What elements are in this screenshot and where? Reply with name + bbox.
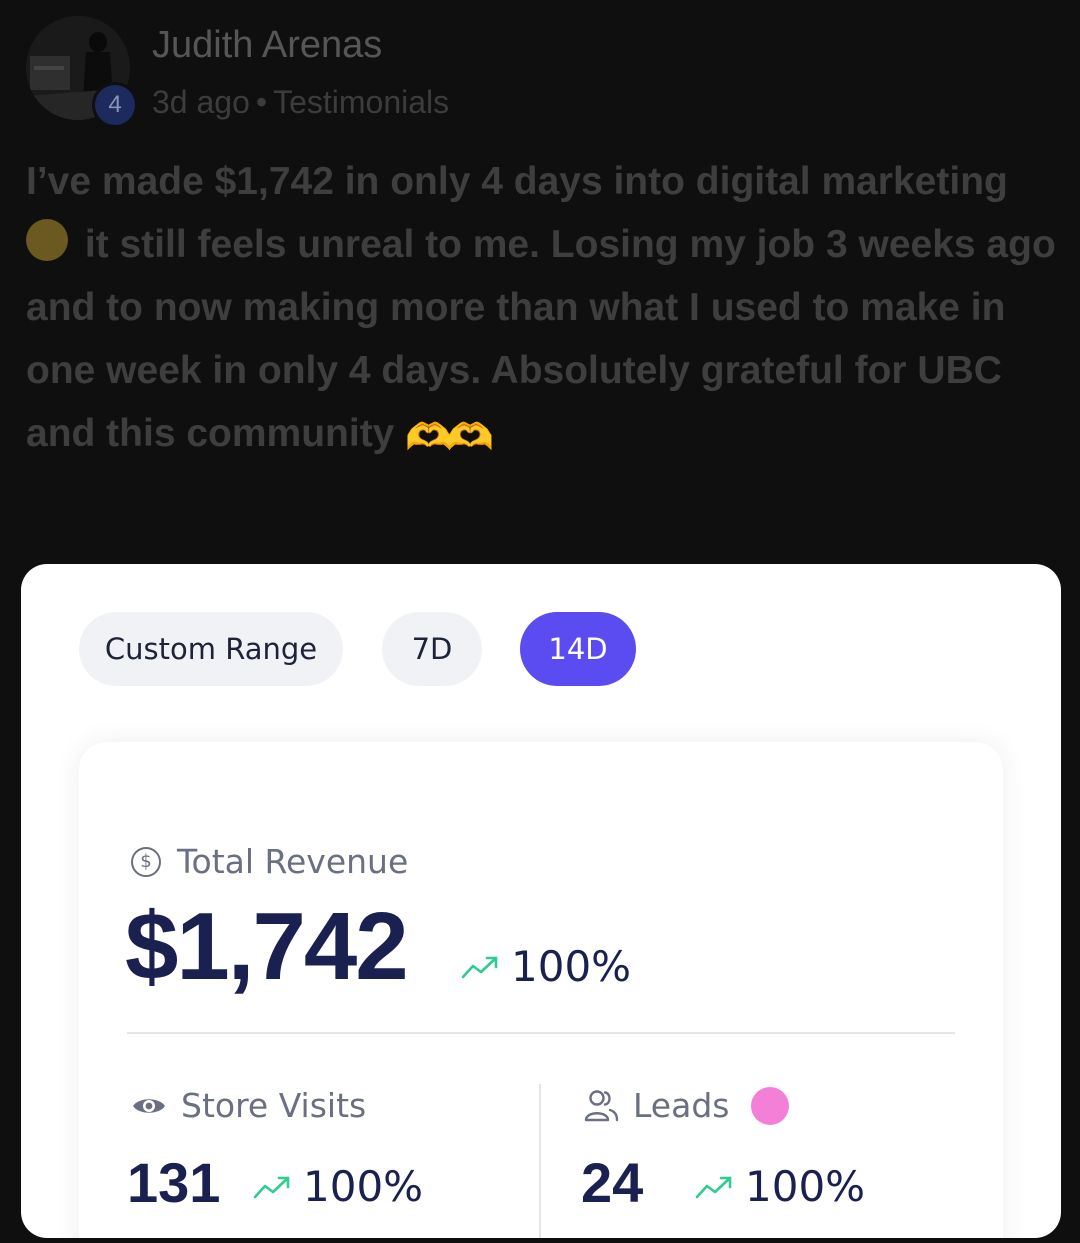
leads-color-dot — [751, 1086, 790, 1125]
leads-text: Leads — [633, 1086, 730, 1125]
leads-trend: 100% — [695, 1162, 865, 1211]
post-header: 4 Judith Arenas 3d ago • Testimonials — [0, 0, 1080, 140]
7d-button[interactable]: 7D — [382, 612, 482, 686]
total-revenue-value: $1,742 — [125, 893, 409, 1000]
revenue-change: 100% — [511, 942, 632, 991]
store-visits-text: Store Visits — [181, 1086, 367, 1125]
meta-separator: • — [255, 84, 268, 120]
level-badge: 4 — [92, 82, 138, 128]
post-text-part1: I’ve made $1,742 in only 4 days into dig… — [26, 160, 1008, 203]
total-revenue-label: $ Total Revenue — [131, 842, 408, 881]
total-revenue-text: Total Revenue — [177, 842, 409, 881]
visits-trend: 100% — [253, 1162, 423, 1211]
horizontal-divider — [127, 1032, 955, 1034]
analytics-card: Custom Range 7D 14D $ Total Revenue $1,7… — [21, 564, 1061, 1238]
heart-hands-icon: 🫶🫶 — [405, 417, 494, 459]
vertical-divider — [539, 1084, 541, 1238]
custom-range-button[interactable]: Custom Range — [79, 612, 343, 686]
post-text-part2: it still feels unreal to me. Losing my j… — [26, 223, 1056, 455]
users-icon — [584, 1089, 619, 1121]
crying-face-icon — [26, 219, 68, 261]
stats-panel: $ Total Revenue $1,742 100% Store Visits… — [79, 742, 1003, 1238]
trend-up-icon — [695, 1176, 732, 1198]
category-link[interactable]: Testimonials — [273, 84, 449, 120]
revenue-trend: 100% — [461, 942, 631, 991]
store-visits-value: 131 — [127, 1151, 221, 1214]
leads-change: 100% — [745, 1162, 866, 1211]
trend-up-icon — [253, 1176, 290, 1198]
store-visits-label: Store Visits — [131, 1086, 366, 1125]
dollar-circle-icon: $ — [131, 846, 161, 877]
time-ago: 3d ago — [152, 84, 250, 120]
visits-change: 100% — [303, 1162, 424, 1211]
leads-value: 24 — [581, 1151, 644, 1214]
trend-up-icon — [461, 956, 498, 978]
post-body: I’ve made $1,742 in only 4 days into dig… — [26, 150, 1066, 470]
post-meta: 3d ago • Testimonials — [152, 84, 449, 121]
leads-label: Leads — [583, 1086, 790, 1125]
eye-icon — [133, 1098, 165, 1113]
author-name[interactable]: Judith Arenas — [152, 24, 382, 67]
14d-button[interactable]: 14D — [520, 612, 636, 686]
